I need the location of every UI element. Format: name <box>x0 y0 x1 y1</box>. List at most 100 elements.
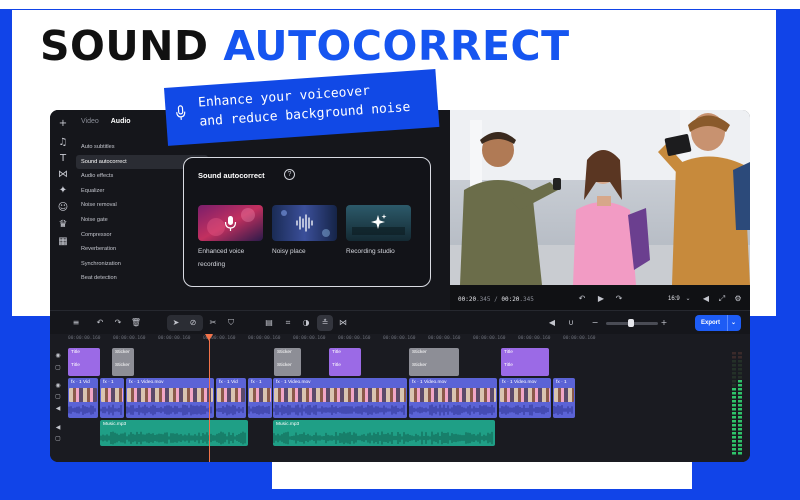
title-clip[interactable]: Title Title <box>329 348 361 376</box>
zoom-in-icon[interactable]: + <box>658 317 670 329</box>
audio-waveform <box>273 431 493 445</box>
chevron-down-icon[interactable]: ⌄ <box>731 315 736 331</box>
sound-autocorrect-title: Sound autocorrect <box>198 171 265 180</box>
shield-icon[interactable]: ⛉ <box>225 317 237 329</box>
audio-waveform <box>100 404 122 416</box>
video-clip[interactable]: fx · 1 <box>100 378 124 418</box>
sticker-icon[interactable]: ☺ <box>57 202 69 214</box>
ruler-label: 00:00:00.160 <box>68 336 101 341</box>
mute-icon[interactable]: ◀ <box>546 317 558 329</box>
headline: SOUND AUTOCORRECT <box>40 22 570 70</box>
help-icon[interactable]: ? <box>284 169 295 180</box>
ruler-label: 00:00:00.160 <box>113 336 146 341</box>
preview-frame[interactable] <box>450 110 750 285</box>
video-clip-thumbnails <box>410 388 496 402</box>
current-time: 00:20 <box>458 296 477 303</box>
text-icon[interactable]: T <box>57 153 69 165</box>
title-clip-label: Title <box>71 350 80 355</box>
apps-icon[interactable]: ▦ <box>57 236 69 248</box>
video-clip[interactable]: fx · 1 Video.mov <box>499 378 551 418</box>
lock-icon[interactable]: ▢ <box>52 391 64 403</box>
title-clip[interactable]: Title Title <box>68 348 100 376</box>
equalizer-icon[interactable]: ≛ <box>319 317 331 329</box>
zoom-slider-handle[interactable] <box>628 319 634 327</box>
enhanced-voice-thumbnail[interactable] <box>198 205 263 241</box>
speed-icon[interactable]: ◑ <box>300 317 312 329</box>
video-clip[interactable]: fx · 1 Video.mov <box>409 378 497 418</box>
disable-icon[interactable]: ⊘ <box>187 317 199 329</box>
music-clip[interactable]: Music.mp3 <box>100 420 248 446</box>
delete-icon[interactable]: 🗑 <box>130 317 142 329</box>
tab-video[interactable]: Video <box>81 118 99 125</box>
tool-rail: + ♫ T ⋈ ✦ ☺ ♛ ▦ <box>50 110 76 310</box>
video-clip[interactable]: fx · 1 <box>553 378 575 418</box>
recording-studio-thumbnail[interactable] <box>346 205 411 241</box>
enhanced-voice-label: Enhanced voice recording <box>198 246 244 271</box>
video-clip-thumbnails <box>249 388 271 402</box>
playhead[interactable] <box>209 340 210 462</box>
volume-icon[interactable]: ◀ <box>52 403 64 415</box>
video-clip-thumbnails <box>101 388 123 402</box>
audio-waveform <box>100 431 246 445</box>
undo-icon[interactable]: ↶ <box>94 317 106 329</box>
forward-icon[interactable]: ↷ <box>613 293 625 305</box>
settings-icon[interactable]: ⚙ <box>732 293 744 305</box>
rewind-icon[interactable]: ↶ <box>576 293 588 305</box>
ruler-label: 00:00:00.160 <box>563 336 596 341</box>
cursor-icon[interactable]: ➤ <box>170 317 182 329</box>
lock-icon[interactable]: ▢ <box>52 433 64 445</box>
fullscreen-icon[interactable]: ⤢ <box>716 293 728 305</box>
title-clip-label: Title <box>504 363 513 368</box>
video-clip[interactable]: fx · 1 <box>248 378 272 418</box>
eye-icon[interactable]: ◉ <box>52 350 64 362</box>
transition-icon[interactable]: ⋈ <box>337 317 349 329</box>
video-clip[interactable]: fx · 1 Video.mov <box>126 378 214 418</box>
sound-autocorrect-panel: Sound autocorrect ? Enhanced voice recor… <box>183 157 431 287</box>
noisy-place-thumbnail[interactable] <box>272 205 337 241</box>
crop-icon[interactable]: ⌗ <box>282 317 294 329</box>
video-clip-label: fx · 1 <box>556 380 567 385</box>
aspect-ratio-select[interactable]: 16:9 <box>668 296 680 302</box>
headline-word-1: SOUND <box>40 22 209 70</box>
lock-icon[interactable]: ▢ <box>52 362 64 374</box>
microphone-icon <box>176 105 186 120</box>
ruler-label: 00:00:00.160 <box>293 336 326 341</box>
scissors-icon[interactable]: ✂ <box>207 317 219 329</box>
export-button[interactable]: Export ⌄ <box>695 315 741 331</box>
transitions-icon[interactable]: ⋈ <box>57 169 69 181</box>
overlay-track-controls: ◉ ▢ <box>50 348 66 376</box>
music-clip-label: Music.mp3 <box>103 422 127 427</box>
add-icon[interactable]: + <box>57 118 69 130</box>
audio-track-controls: ◀ ▢ <box>50 420 66 446</box>
video-clip[interactable]: fx · 1 Video.mov <box>273 378 407 418</box>
audio-waveform <box>499 404 549 416</box>
timeline: 00:00:00.160 00:00:00.160 00:00:00.160 00:0… <box>50 334 750 462</box>
music-clip[interactable]: Music.mp3 <box>273 420 495 446</box>
sticker-clip[interactable]: Sticker Sticker <box>274 348 301 376</box>
tab-audio[interactable]: Audio <box>111 118 131 125</box>
audio-waveform <box>248 405 270 415</box>
volume-icon[interactable]: ◀ <box>700 293 712 305</box>
magnet-icon[interactable]: ∪ <box>565 317 577 329</box>
caption-icon[interactable]: ▤ <box>263 317 275 329</box>
sticker-clip[interactable]: Sticker Sticker <box>409 348 459 376</box>
crown-icon[interactable]: ♛ <box>57 219 69 231</box>
chevron-down-icon[interactable]: ⌄ <box>682 293 694 305</box>
ruler-label: 00:00:00.160 <box>383 336 416 341</box>
effects-icon[interactable]: ✦ <box>57 185 69 197</box>
sticker-clip[interactable]: Sticker Sticker <box>112 348 134 376</box>
export-divider <box>727 315 728 331</box>
video-clip-thumbnails <box>274 388 406 402</box>
total-time: 00:20 <box>501 296 520 303</box>
video-clip-label: fx · 1 <box>103 380 114 385</box>
title-clip[interactable]: Title Title <box>501 348 549 376</box>
zoom-out-icon[interactable]: − <box>589 317 601 329</box>
play-icon[interactable]: ▶ <box>595 293 607 305</box>
music-note-icon[interactable]: ♫ <box>57 137 69 149</box>
video-clip[interactable]: fx · 1 Vid <box>68 378 98 418</box>
redo-icon[interactable]: ↷ <box>112 317 124 329</box>
video-clip[interactable]: fx · 1 Vid <box>216 378 246 418</box>
add-track-icon[interactable]: ≡ <box>70 317 82 329</box>
video-clip-thumbnails <box>554 388 574 402</box>
title-clip-label: Title <box>332 363 341 368</box>
